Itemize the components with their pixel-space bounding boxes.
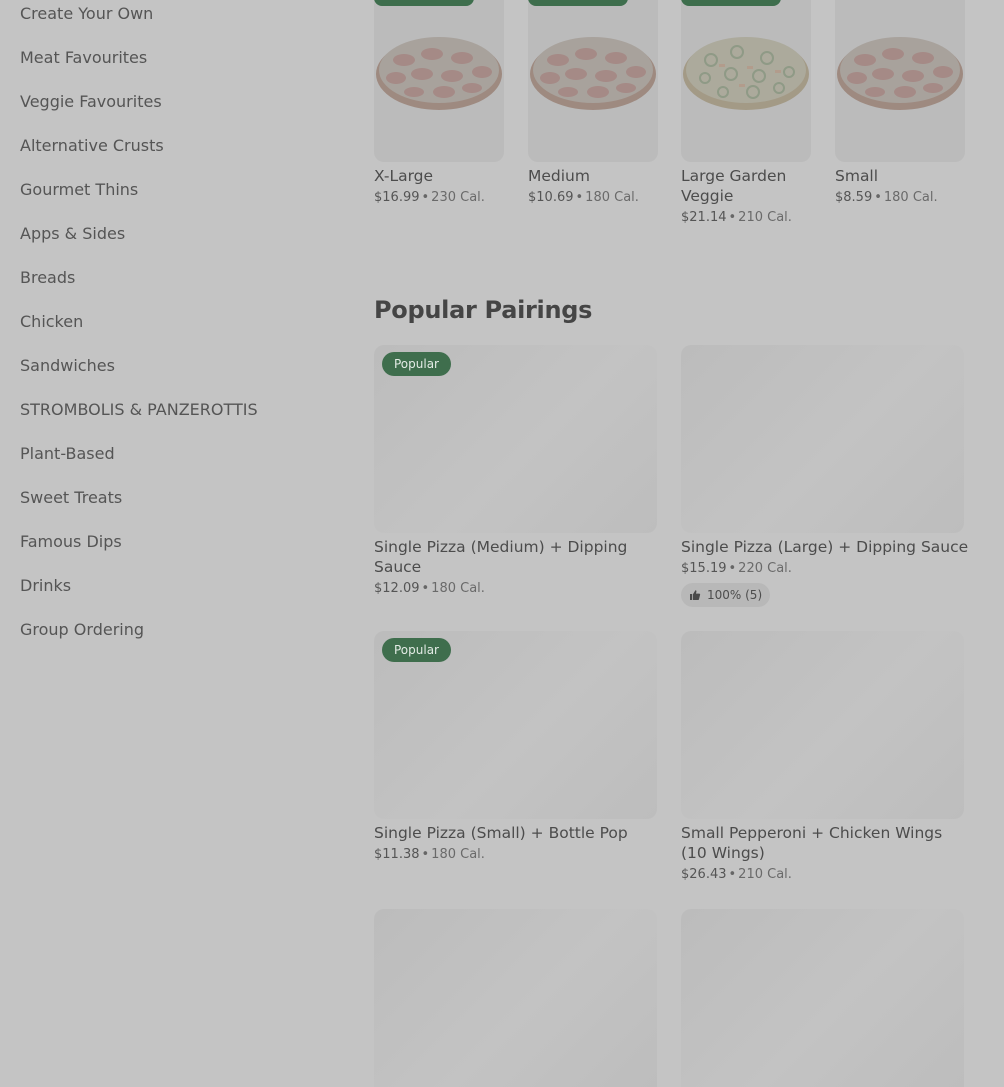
pairing-price-calories: $26.43 • 210 Cal. [681, 867, 792, 882]
pepperoni-pizza-image [837, 37, 963, 110]
sidebar-item-gourmet-thins[interactable]: Gourmet Thins [20, 180, 138, 199]
pepperoni-pizza-image [376, 37, 502, 110]
product-calories: 210 Cal. [738, 210, 792, 225]
separator-dot: • [421, 190, 430, 205]
product-tag [528, 0, 628, 6]
sidebar-item-strombolis[interactable]: STROMBOLIS & PANZEROTTIS [20, 400, 258, 419]
pairing-image[interactable] [681, 631, 964, 819]
sidebar-item-veggie-favourites[interactable]: Veggie Favourites [20, 92, 162, 111]
sidebar-item-alternative-crusts[interactable]: Alternative Crusts [20, 136, 164, 155]
product-price: $10.69 [528, 190, 574, 205]
pairing-price: $26.43 [681, 867, 727, 882]
sidebar-item-breads[interactable]: Breads [20, 268, 75, 287]
sidebar-item-sandwiches[interactable]: Sandwiches [20, 356, 115, 375]
popular-badge: Popular [382, 352, 451, 376]
pairing-price: $15.19 [681, 561, 727, 576]
product-price-calories: $10.69 • 180 Cal. [528, 190, 639, 205]
pairing-image[interactable]: Popular [374, 345, 657, 533]
pairing-price: $12.09 [374, 581, 420, 596]
pairing-name: Single Pizza (Large) + Dipping Sauce [681, 538, 969, 556]
pepperoni-pizza-image [530, 37, 656, 110]
separator-dot: • [421, 581, 430, 596]
sidebar-item-plant-based[interactable]: Plant-Based [20, 444, 115, 463]
sidebar-item-drinks[interactable]: Drinks [20, 576, 71, 595]
thumbs-up-icon [690, 590, 701, 600]
sidebar-item-apps-sides[interactable]: Apps & Sides [20, 224, 125, 243]
sidebar-item-sweet-treats[interactable]: Sweet Treats [20, 488, 122, 507]
product-price: $8.59 [835, 190, 873, 205]
rating-text: 100% (5) [707, 588, 763, 602]
pairing-name: Small Pepperoni + Chicken Wings (10 Wing… [681, 824, 943, 862]
pairing-name: Single Pizza (Small) + Bottle Pop [374, 824, 628, 842]
pairing-image[interactable]: Popular [374, 631, 657, 819]
product-image[interactable] [528, 0, 658, 162]
product-image[interactable] [681, 0, 811, 162]
separator-dot: • [575, 190, 584, 205]
sidebar-item-group-ordering[interactable]: Group Ordering [20, 620, 144, 639]
separator-dot: • [874, 190, 882, 205]
section-title-popular-pairings: Popular Pairings [374, 296, 593, 324]
product-tag [374, 0, 474, 6]
product-image[interactable] [374, 0, 504, 162]
pairing-price-calories: $11.38 • 180 Cal. [374, 847, 485, 862]
popular-badge: Popular [382, 638, 451, 662]
pairing-name: Single Pizza (Medium) + Dipping Sauce [374, 538, 628, 576]
product-name: Medium [528, 167, 590, 185]
sidebar-item-famous-dips[interactable]: Famous Dips [20, 532, 122, 551]
pairing-calories: 220 Cal. [738, 561, 792, 576]
product-price: $21.14 [681, 210, 727, 225]
product-calories: 230 Cal. [431, 190, 485, 205]
rating-badge: 100% (5) [681, 583, 771, 607]
product-image[interactable] [835, 0, 965, 162]
separator-dot: • [728, 210, 737, 225]
pairing-calories: 210 Cal. [738, 867, 792, 882]
product-name: X-Large [374, 167, 434, 185]
product-name: Large Garden Veggie [681, 167, 787, 205]
product-calories: 180 Cal. [883, 190, 938, 205]
sidebar-item-chicken[interactable]: Chicken [20, 312, 83, 331]
pairing-calories: 180 Cal. [431, 847, 485, 862]
pairing-image[interactable] [681, 909, 964, 1087]
veggie-pizza-image [683, 37, 809, 110]
sidebar-item-create-your-own[interactable]: Create Your Own [20, 4, 153, 23]
pairing-calories: 180 Cal. [431, 581, 485, 596]
product-price-calories: $8.59 • 180 Cal. [835, 190, 938, 205]
pairing-image[interactable] [681, 345, 964, 533]
pairing-image[interactable] [374, 909, 657, 1087]
product-price-calories: $16.99 • 230 Cal. [374, 190, 485, 205]
pairing-price-calories: $12.09 • 180 Cal. [374, 581, 485, 596]
sidebar-item-meat-favourites[interactable]: Meat Favourites [20, 48, 147, 67]
product-calories: 180 Cal. [585, 190, 639, 205]
separator-dot: • [728, 867, 737, 882]
product-tag [681, 0, 781, 6]
product-price-calories: $21.14 • 210 Cal. [681, 210, 792, 225]
product-price: $16.99 [374, 190, 420, 205]
pairing-price: $11.38 [374, 847, 420, 862]
product-name: Small [835, 167, 879, 185]
separator-dot: • [728, 561, 737, 576]
separator-dot: • [421, 847, 430, 862]
pairing-price-calories: $15.19 • 220 Cal. [681, 561, 792, 576]
